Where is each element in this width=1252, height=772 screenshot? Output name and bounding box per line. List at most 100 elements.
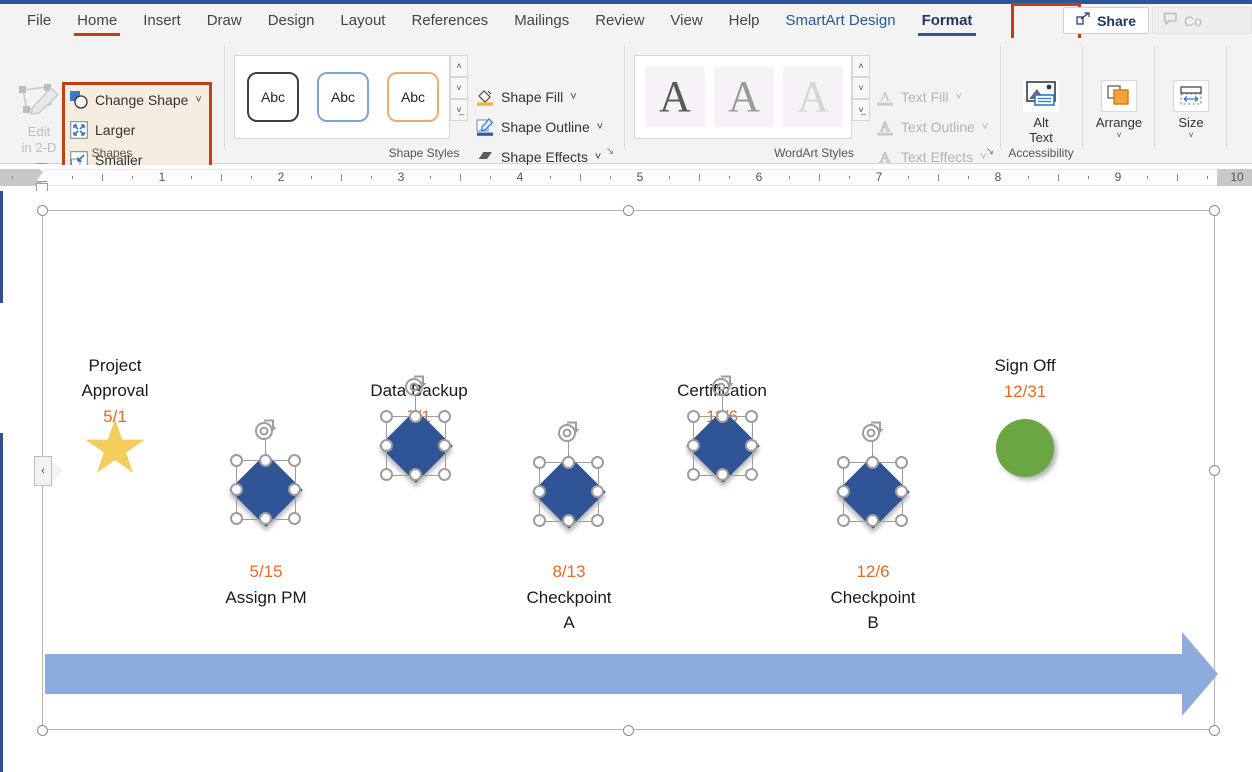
milestone-5-selection-adorner[interactable] bbox=[687, 410, 759, 482]
horizontal-ruler[interactable]: 12345678910 bbox=[0, 165, 1252, 191]
handle-se[interactable] bbox=[438, 468, 451, 481]
smartart-handle-top-right[interactable] bbox=[1209, 205, 1220, 216]
tab-insert[interactable]: Insert bbox=[130, 4, 194, 38]
smartart-handle-top-center[interactable] bbox=[623, 205, 634, 216]
milestone-7-shape-circle[interactable] bbox=[996, 419, 1054, 477]
wordart-styles-dialog-launcher[interactable]: ↘ bbox=[984, 146, 996, 158]
handle-ne[interactable] bbox=[288, 454, 301, 467]
milestone-2-selection-adorner[interactable] bbox=[230, 454, 302, 526]
wordart-scroll-down[interactable]: ˅ bbox=[852, 77, 870, 99]
comments-button[interactable]: Co bbox=[1152, 7, 1252, 34]
handle-w[interactable] bbox=[837, 485, 850, 498]
handle-sw[interactable] bbox=[230, 512, 243, 525]
handle-nw[interactable] bbox=[837, 456, 850, 469]
tab-mailings[interactable]: Mailings bbox=[501, 4, 582, 38]
wordart-more[interactable]: ˅̲ bbox=[852, 99, 870, 121]
handle-se[interactable] bbox=[745, 468, 758, 481]
shape-styles-scroll-up[interactable]: ˄ bbox=[450, 55, 468, 77]
handle-e[interactable] bbox=[591, 485, 604, 498]
handle-w[interactable] bbox=[533, 485, 546, 498]
handle-w[interactable] bbox=[230, 483, 243, 496]
text-outline-button[interactable]: A Text Outline ˅ bbox=[876, 115, 988, 139]
handle-sw[interactable] bbox=[533, 514, 546, 527]
shape-styles-more[interactable]: ˅̲ bbox=[450, 99, 468, 121]
shape-fill-button[interactable]: Shape Fill ˅ bbox=[476, 85, 577, 109]
rotate-handle-icon[interactable] bbox=[859, 420, 887, 446]
rotate-handle-icon[interactable] bbox=[555, 420, 583, 446]
wordart-tile-3[interactable]: A bbox=[783, 67, 843, 127]
shape-outline-button[interactable]: Shape Outline ˅ bbox=[476, 115, 603, 139]
handle-nw[interactable] bbox=[687, 410, 700, 423]
handle-w[interactable] bbox=[687, 439, 700, 452]
handle-e[interactable] bbox=[288, 483, 301, 496]
shape-styles-scroll-down[interactable]: ˅ bbox=[450, 77, 468, 99]
share-button[interactable]: Share bbox=[1063, 7, 1149, 34]
milestone-4-selection-adorner[interactable] bbox=[533, 456, 605, 528]
shape-style-tile-3[interactable]: Abc bbox=[387, 72, 439, 122]
tab-design[interactable]: Design bbox=[255, 4, 328, 38]
text-fill-button[interactable]: A Text Fill ˅ bbox=[876, 85, 962, 109]
tab-references[interactable]: References bbox=[398, 4, 501, 38]
document-canvas[interactable]: ‹ Project Approval 5/1 5/15 bbox=[0, 191, 1252, 772]
handle-e[interactable] bbox=[438, 439, 451, 452]
tab-format[interactable]: Format bbox=[909, 4, 986, 38]
rotate-handle-icon[interactable] bbox=[402, 374, 430, 400]
milestone-3-selection-adorner[interactable] bbox=[380, 410, 452, 482]
smartart-handle-bottom-left[interactable] bbox=[37, 725, 48, 736]
smartart-text-pane-toggle[interactable]: ‹ bbox=[34, 456, 52, 486]
milestone-6-selection-adorner[interactable] bbox=[837, 456, 909, 528]
larger-button[interactable]: Larger bbox=[70, 118, 135, 142]
handle-ne[interactable] bbox=[895, 456, 908, 469]
tab-layout[interactable]: Layout bbox=[327, 4, 398, 38]
handle-nw[interactable] bbox=[380, 410, 393, 423]
size-button[interactable]: Size ˅ bbox=[1158, 80, 1224, 140]
handle-s[interactable] bbox=[562, 514, 575, 527]
arrange-button[interactable]: Arrange ˅ bbox=[1086, 80, 1152, 140]
handle-ne[interactable] bbox=[745, 410, 758, 423]
handle-n[interactable] bbox=[562, 456, 575, 469]
tab-draw[interactable]: Draw bbox=[194, 4, 255, 38]
alt-text-button[interactable]: Alt Text bbox=[1008, 80, 1074, 145]
wordart-tile-1[interactable]: A bbox=[645, 67, 705, 127]
smartart-handle-bottom-center[interactable] bbox=[623, 725, 634, 736]
smartart-handle-bottom-right[interactable] bbox=[1209, 725, 1220, 736]
handle-n[interactable] bbox=[716, 410, 729, 423]
wordart-styles-gallery[interactable]: A A A bbox=[634, 55, 852, 139]
handle-sw[interactable] bbox=[687, 468, 700, 481]
shape-style-tile-2[interactable]: Abc bbox=[317, 72, 369, 122]
timeline-arrow-body[interactable] bbox=[45, 654, 1185, 694]
wordart-tile-2[interactable]: A bbox=[714, 67, 774, 127]
handle-se[interactable] bbox=[288, 512, 301, 525]
handle-sw[interactable] bbox=[837, 514, 850, 527]
shape-styles-dialog-launcher[interactable]: ↘ bbox=[604, 146, 616, 158]
handle-n[interactable] bbox=[866, 456, 879, 469]
handle-nw[interactable] bbox=[533, 456, 546, 469]
handle-e[interactable] bbox=[745, 439, 758, 452]
handle-n[interactable] bbox=[259, 454, 272, 467]
handle-s[interactable] bbox=[716, 468, 729, 481]
rotate-handle-icon[interactable] bbox=[252, 418, 280, 444]
change-shape-button[interactable]: Change Shape ˅ bbox=[70, 88, 202, 112]
wordart-scroll-up[interactable]: ˄ bbox=[852, 55, 870, 77]
tab-file[interactable]: File bbox=[14, 4, 64, 38]
handle-s[interactable] bbox=[866, 514, 879, 527]
handle-ne[interactable] bbox=[591, 456, 604, 469]
handle-nw[interactable] bbox=[230, 454, 243, 467]
tab-help[interactable]: Help bbox=[716, 4, 773, 38]
handle-n[interactable] bbox=[409, 410, 422, 423]
handle-e[interactable] bbox=[895, 485, 908, 498]
handle-w[interactable] bbox=[380, 439, 393, 452]
handle-sw[interactable] bbox=[380, 468, 393, 481]
handle-s[interactable] bbox=[259, 512, 272, 525]
handle-s[interactable] bbox=[409, 468, 422, 481]
tab-home[interactable]: Home bbox=[64, 4, 130, 38]
shape-style-tile-1[interactable]: Abc bbox=[247, 72, 299, 122]
tab-smartart-design[interactable]: SmartArt Design bbox=[773, 4, 909, 38]
handle-se[interactable] bbox=[895, 514, 908, 527]
tab-view[interactable]: View bbox=[657, 4, 715, 38]
tab-review[interactable]: Review bbox=[582, 4, 657, 38]
shape-styles-gallery[interactable]: Abc Abc Abc bbox=[234, 55, 450, 139]
handle-ne[interactable] bbox=[438, 410, 451, 423]
smartart-handle-top-left[interactable] bbox=[37, 205, 48, 216]
handle-se[interactable] bbox=[591, 514, 604, 527]
